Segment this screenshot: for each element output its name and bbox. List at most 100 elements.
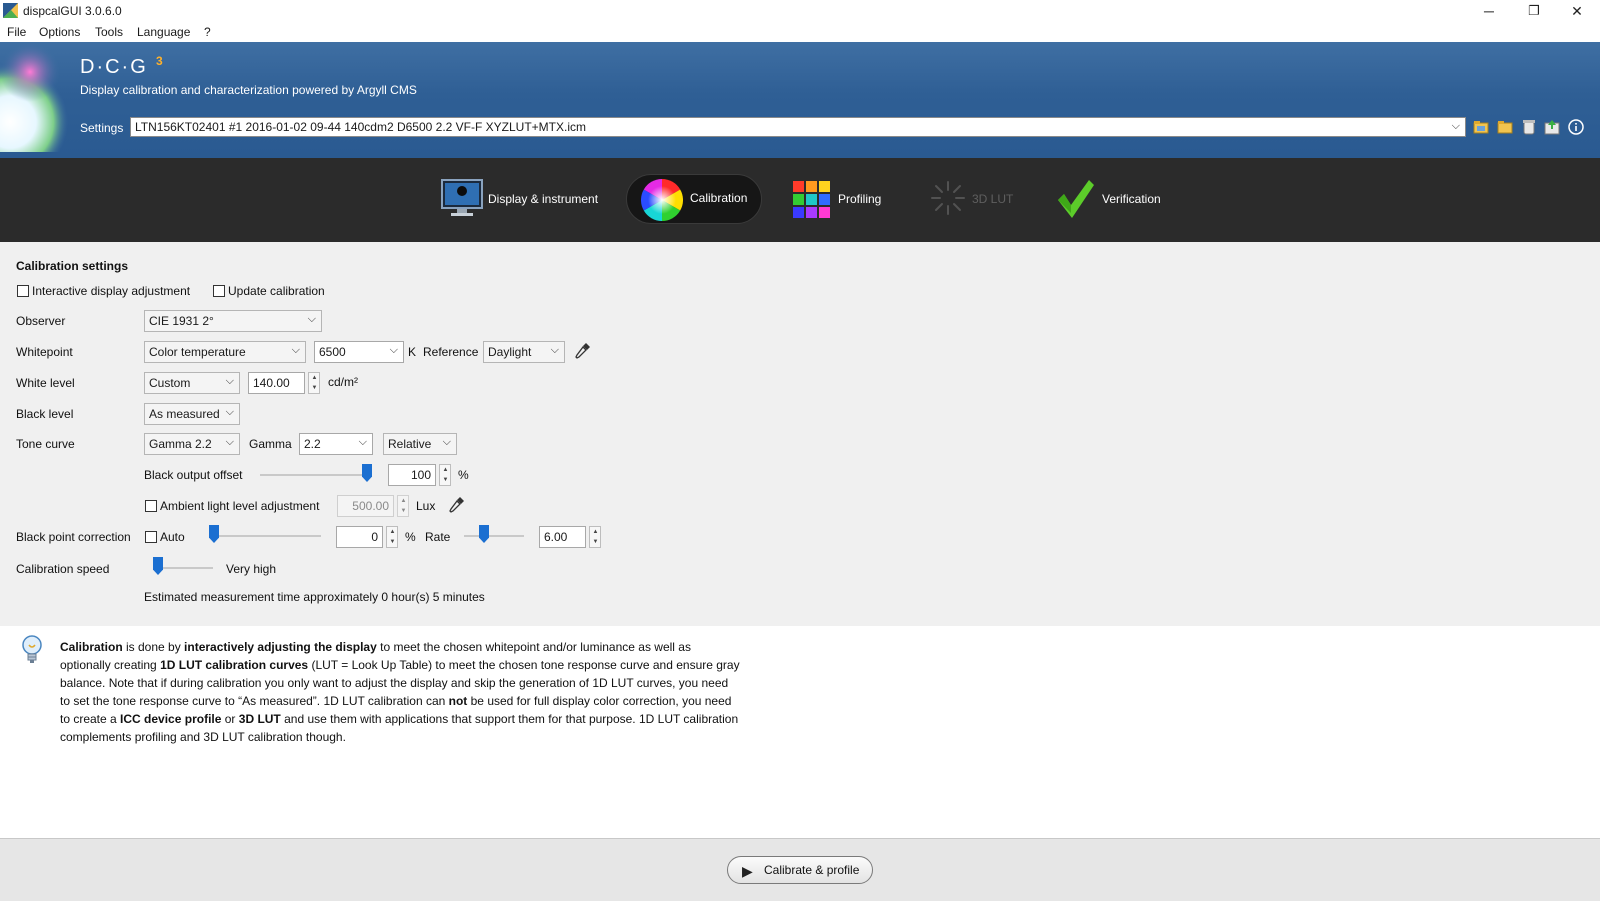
- chevron-down-icon: ⌵: [225, 436, 234, 448]
- tab-calibration[interactable]: Calibration: [626, 174, 762, 224]
- info-bold-5: ICC device profile: [120, 712, 222, 726]
- tone-curve-type-value: Relative: [388, 437, 432, 451]
- app-icon: [3, 3, 18, 18]
- black-level-mode-value: As measured: [149, 407, 220, 421]
- title-bar: dispcalGUI 3.0.6.0 ─ ❐ ✕: [0, 0, 1600, 22]
- black-output-offset-input[interactable]: 100: [388, 464, 436, 486]
- tab-profiling[interactable]: Profiling: [792, 176, 902, 224]
- tab-display-instrument-label: Display & instrument: [488, 192, 599, 206]
- interactive-adjustment-checkbox[interactable]: [17, 285, 29, 297]
- settings-dropdown[interactable]: LTN156KT02401 #1 2016-01-02 09-44 140cdm…: [130, 117, 1466, 137]
- info-text-1: is done by: [122, 640, 185, 654]
- reference-label: Reference: [423, 345, 479, 359]
- white-level-spinner[interactable]: ▲ ▼: [308, 372, 320, 394]
- black-output-offset-slider[interactable]: [260, 474, 372, 476]
- black-point-auto-label: Auto: [160, 530, 185, 544]
- menu-tools[interactable]: Tools: [95, 25, 123, 39]
- whitepoint-temperature-combo[interactable]: 6500 ⌵: [314, 341, 404, 363]
- menu-language[interactable]: Language: [137, 25, 190, 39]
- rate-input[interactable]: 6.00: [539, 526, 586, 548]
- white-level-mode-dropdown[interactable]: Custom ⌵: [144, 372, 240, 394]
- ambient-light-input[interactable]: 500.00: [337, 495, 394, 517]
- black-level-mode-dropdown[interactable]: As measured ⌵: [144, 403, 240, 425]
- chevron-down-icon: ⌵: [550, 344, 559, 356]
- ambient-light-checkbox[interactable]: [145, 500, 157, 512]
- black-point-correction-spinner[interactable]: ▲ ▼: [386, 526, 398, 548]
- black-point-correction-slider[interactable]: [209, 535, 321, 537]
- chevron-down-icon: ⌵: [358, 436, 367, 448]
- color-grid-icon: [793, 181, 830, 218]
- tab-calibration-label: Calibration: [690, 191, 748, 205]
- app-subtitle: Display calibration and characterization…: [80, 83, 417, 97]
- 3d-lut-icon: [931, 181, 965, 215]
- whitepoint-mode-value: Color temperature: [149, 345, 246, 359]
- info-icon[interactable]: [1567, 118, 1585, 136]
- menu-options[interactable]: Options: [39, 25, 80, 39]
- info-bold-1: Calibration: [60, 640, 123, 654]
- observer-value: CIE 1931 2°: [149, 314, 214, 328]
- whitepoint-label: Whitepoint: [16, 345, 73, 359]
- chevron-down-icon: ⌵: [225, 375, 234, 387]
- white-level-input[interactable]: 140.00: [248, 372, 305, 394]
- rate-slider[interactable]: [464, 535, 524, 537]
- folder-open-icon[interactable]: [1472, 118, 1490, 136]
- info-bold-6: 3D LUT: [238, 712, 281, 726]
- chevron-down-icon: ⌵: [1451, 120, 1460, 132]
- header-banner: D·C·G 3 Display calibration and characte…: [0, 42, 1600, 158]
- info-bold-4: not: [448, 694, 468, 708]
- update-calibration-checkbox[interactable]: [213, 285, 225, 297]
- eyedropper-icon[interactable]: [449, 496, 465, 514]
- app-logo-version: 3: [156, 54, 163, 68]
- menu-help[interactable]: ?: [204, 25, 211, 39]
- settings-dropdown-value: LTN156KT02401 #1 2016-01-02 09-44 140cdm…: [135, 120, 587, 134]
- observer-label: Observer: [16, 314, 66, 328]
- folder-icon[interactable]: [1496, 118, 1514, 136]
- tone-curve-dropdown[interactable]: Gamma 2.2 ⌵: [144, 433, 240, 455]
- ambient-light-unit: Lux: [416, 499, 436, 513]
- observer-dropdown[interactable]: CIE 1931 2° ⌵: [144, 310, 322, 332]
- tone-curve-type-dropdown[interactable]: Relative ⌵: [383, 433, 457, 455]
- main-tab-bar: Display & instrument Calibration Profili…: [0, 158, 1600, 242]
- gamma-combo[interactable]: 2.2 ⌵: [299, 433, 373, 455]
- tab-display-instrument[interactable]: Display & instrument: [440, 176, 610, 224]
- restore-button[interactable]: ❐: [1511, 0, 1557, 22]
- calibration-settings-panel: Calibration settings Interactive display…: [0, 242, 1600, 627]
- rate-spinner[interactable]: ▲ ▼: [589, 526, 601, 548]
- calibration-speed-slider-thumb[interactable]: [153, 557, 163, 575]
- whitepoint-temperature-value: 6500: [319, 345, 346, 359]
- chevron-down-icon: ⌵: [225, 406, 234, 418]
- delete-icon[interactable]: [1520, 118, 1538, 136]
- info-description: Calibration is done by interactively adj…: [60, 638, 740, 746]
- eyedropper-icon[interactable]: [575, 342, 591, 360]
- white-level-label: White level: [16, 376, 75, 390]
- menu-bar: File Options Tools Language ?: [0, 22, 1600, 42]
- estimated-time-text: Estimated measurement time approximately…: [144, 590, 485, 604]
- black-point-correction-slider-thumb[interactable]: [209, 525, 219, 543]
- whitepoint-mode-dropdown[interactable]: Color temperature ⌵: [144, 341, 306, 363]
- rate-slider-thumb[interactable]: [479, 525, 489, 543]
- chevron-down-icon: ⌵: [307, 313, 316, 325]
- minimize-button[interactable]: ─: [1466, 0, 1512, 22]
- black-point-auto-checkbox[interactable]: [145, 531, 157, 543]
- ambient-light-label: Ambient light level adjustment: [160, 499, 320, 513]
- close-button[interactable]: ✕: [1554, 0, 1600, 22]
- rate-label: Rate: [425, 530, 451, 544]
- tab-verification[interactable]: Verification: [1056, 176, 1186, 224]
- calibrate-profile-button[interactable]: ▶ Calibrate & profile: [727, 856, 873, 884]
- reference-dropdown[interactable]: Daylight ⌵: [483, 341, 565, 363]
- black-output-offset-spinner[interactable]: ▲ ▼: [439, 464, 451, 486]
- black-level-label: Black level: [16, 407, 74, 421]
- black-point-correction-unit: %: [405, 530, 416, 544]
- tab-verification-label: Verification: [1102, 192, 1161, 206]
- black-output-offset-unit: %: [458, 468, 469, 482]
- color-splash-logo: [0, 42, 68, 152]
- chevron-down-icon: ⌵: [389, 344, 398, 356]
- black-output-offset-slider-thumb[interactable]: [362, 464, 372, 482]
- ambient-light-spinner[interactable]: ▲ ▼: [397, 495, 409, 517]
- update-calibration-label: Update calibration: [228, 284, 325, 298]
- reference-value: Daylight: [488, 345, 532, 359]
- color-wheel-icon: [641, 179, 683, 221]
- menu-file[interactable]: File: [7, 25, 26, 39]
- install-icon[interactable]: [1543, 118, 1561, 136]
- black-point-correction-input[interactable]: 0: [336, 526, 383, 548]
